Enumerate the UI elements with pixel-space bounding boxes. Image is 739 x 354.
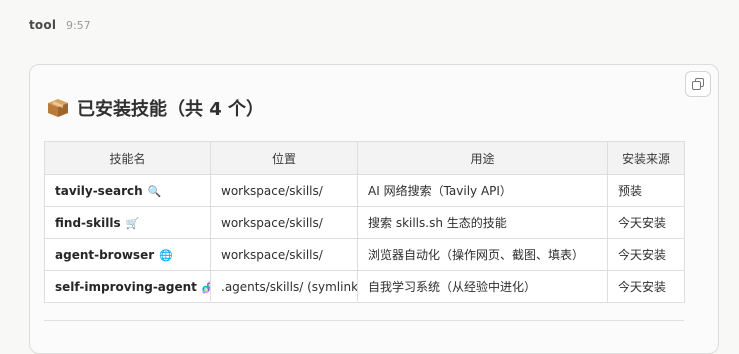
- skill-purpose: 搜索 skills.sh 生态的技能: [357, 206, 608, 239]
- globe-icon: 🌐: [159, 248, 173, 262]
- skill-name: find-skills: [55, 215, 121, 230]
- skill-source: 今天安装: [607, 270, 685, 303]
- column-header-name: 技能名: [44, 141, 211, 175]
- skill-purpose: 自我学习系统（从经验中进化）: [357, 270, 608, 303]
- skill-name: tavily-search: [55, 183, 143, 198]
- card-title-text: 已安装技能（共 4 个）: [77, 99, 265, 120]
- skill-name: self-improving-agent: [55, 279, 197, 294]
- skill-name-cell: agent-browser 🌐: [44, 238, 211, 271]
- skill-location: .agents/skills/ (symlink): [210, 270, 358, 303]
- skill-location: workspace/skills/: [210, 206, 358, 239]
- message-time: 9:57: [65, 19, 91, 32]
- skill-purpose: AI 网络搜索（Tavily API）: [357, 174, 608, 207]
- skill-source: 今天安装: [607, 238, 685, 271]
- dna-icon: 🧬: [202, 281, 210, 294]
- skill-name-cell: tavily-search 🔍: [44, 174, 211, 207]
- divider: [44, 320, 684, 321]
- skill-location: workspace/skills/: [210, 238, 358, 271]
- skill-name-cell: find-skills 🛒: [44, 206, 211, 239]
- skill-name: agent-browser: [55, 247, 155, 262]
- column-header-location: 位置: [210, 141, 358, 175]
- magnifier-icon: 🔍: [147, 184, 162, 198]
- message-header: tool 9:57: [29, 18, 91, 32]
- skill-source: 预装: [607, 174, 685, 207]
- skill-purpose: 浏览器自动化（操作网页、截图、填表）: [357, 238, 608, 271]
- table-row: self-improving-agent 🧬 .agents/skills/ (s…: [44, 270, 685, 303]
- table-row: find-skills 🛒 workspace/skills/ 搜索 skills…: [44, 206, 685, 239]
- skill-location: workspace/skills/: [210, 174, 358, 207]
- shopping-cart-icon: 🛒: [125, 216, 140, 230]
- column-header-purpose: 用途: [357, 141, 608, 175]
- skill-name-cell: self-improving-agent 🧬: [44, 270, 211, 303]
- package-icon: [48, 99, 68, 117]
- table-row: tavily-search 🔍 workspace/skills/ AI 网络搜索…: [44, 174, 685, 207]
- sender-name: tool: [29, 18, 57, 32]
- table-row: agent-browser 🌐 workspace/skills/ 浏览器自动化（…: [44, 238, 685, 271]
- table-header-row: 技能名 位置 用途 安装来源: [44, 141, 685, 175]
- copy-icon: [692, 78, 704, 90]
- message-card: 已安装技能（共 4 个） 技能名 位置 用途 安装来源 tavily-searc…: [29, 64, 719, 354]
- column-header-source: 安装来源: [607, 141, 685, 175]
- skill-source: 今天安装: [607, 206, 685, 239]
- card-title: 已安装技能（共 4 个）: [47, 95, 264, 121]
- skills-table: 技能名 位置 用途 安装来源 tavily-search 🔍 workspace/…: [44, 141, 685, 303]
- copy-button[interactable]: [685, 71, 711, 97]
